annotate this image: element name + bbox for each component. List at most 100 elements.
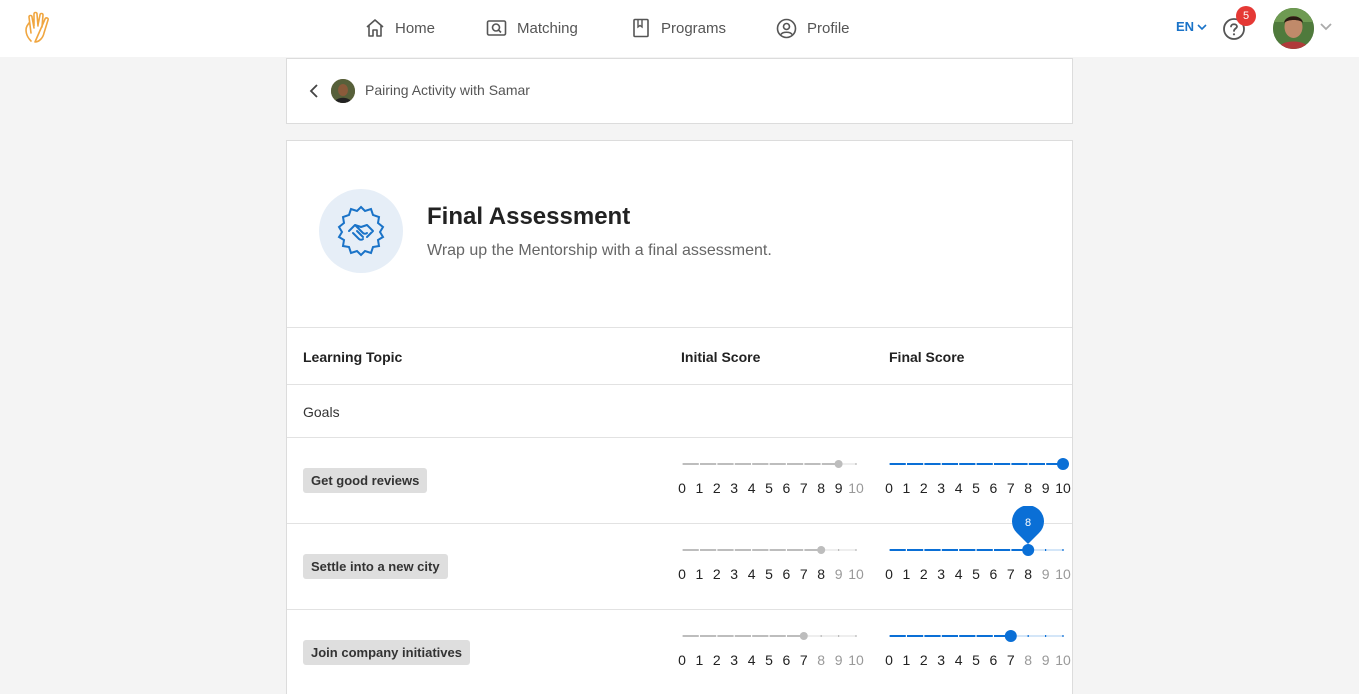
scale-label: 5 bbox=[765, 652, 773, 668]
scale-label: 7 bbox=[1006, 480, 1015, 496]
scale-label: 7 bbox=[799, 652, 808, 668]
scale-label: 10 bbox=[1055, 652, 1071, 668]
scale-label: 8 bbox=[1024, 652, 1033, 668]
nav-home-label: Home bbox=[395, 19, 436, 37]
scale-label: 1 bbox=[695, 480, 704, 496]
scale-label: 9 bbox=[834, 566, 843, 582]
scale-label: 9 bbox=[1041, 480, 1050, 496]
scale-label: 10 bbox=[848, 652, 864, 668]
slider-thumb[interactable] bbox=[1057, 458, 1069, 470]
scale-label: 3 bbox=[937, 480, 946, 496]
nav-profile-label: Profile bbox=[807, 19, 850, 37]
scale-label: 4 bbox=[954, 480, 963, 496]
final-slider-track[interactable] bbox=[881, 630, 1071, 646]
breadcrumb-title: Pairing Activity with Samar bbox=[365, 82, 530, 98]
scale-label: 2 bbox=[712, 652, 721, 668]
nav-programs-label: Programs bbox=[661, 19, 727, 37]
matching-icon bbox=[486, 20, 507, 36]
scale-label: 1 bbox=[695, 652, 704, 668]
header-final-score: Final Score bbox=[889, 349, 965, 365]
scale-label: 3 bbox=[730, 652, 739, 668]
scale-label: 3 bbox=[730, 480, 739, 496]
scale-label: 6 bbox=[782, 566, 791, 582]
chevron-down-icon bbox=[1197, 23, 1207, 30]
scale-label: 1 bbox=[695, 566, 704, 582]
slider-scale-labels: 0 1 2 3 4 5 6 7 8 9 10 bbox=[881, 652, 1071, 670]
scale-label: 6 bbox=[782, 652, 791, 668]
slider-scale-labels: 0 1 2 3 4 5 6 7 8 9 10 bbox=[674, 566, 864, 584]
initial-slider-track bbox=[681, 632, 857, 640]
scale-label: 10 bbox=[1055, 566, 1071, 582]
notification-badge: 5 bbox=[1236, 6, 1256, 26]
scale-label: 5 bbox=[972, 652, 980, 668]
topic-chip: Get good reviews bbox=[303, 468, 428, 493]
scale-label: 4 bbox=[954, 652, 963, 668]
scale-label: 0 bbox=[678, 566, 686, 582]
section-goals: Goals bbox=[303, 404, 340, 420]
initial-slider-track bbox=[681, 460, 857, 468]
book-icon bbox=[633, 18, 649, 38]
slider-scale-labels: 0 1 2 3 4 5 6 7 8 9 10 bbox=[674, 480, 864, 498]
scale-label: 6 bbox=[989, 566, 998, 582]
scale-label: 2 bbox=[712, 566, 721, 582]
chevron-down-icon[interactable] bbox=[1319, 22, 1333, 32]
scale-label: 5 bbox=[972, 566, 980, 582]
top-navigation-bar: Home Matching Programs Profile EN 5 bbox=[0, 0, 1359, 57]
scale-label: 7 bbox=[799, 480, 808, 496]
scale-label: 2 bbox=[919, 566, 928, 582]
scale-label: 9 bbox=[1041, 566, 1050, 582]
scale-label: 9 bbox=[834, 652, 843, 668]
scale-label: 2 bbox=[712, 480, 721, 496]
tooltip-value: 8 bbox=[1025, 517, 1031, 529]
scale-label: 4 bbox=[747, 480, 756, 496]
scale-label: 10 bbox=[848, 480, 864, 496]
nav-home[interactable]: Home bbox=[365, 15, 435, 41]
slider-thumb bbox=[834, 460, 843, 468]
table-row: Settle into a new city 0 1 2 3 4 5 6 7 8 9 10 0123… bbox=[287, 506, 1072, 609]
scale-label: 9 bbox=[1041, 652, 1050, 668]
scale-label: 6 bbox=[989, 652, 998, 668]
scale-label: 8 bbox=[817, 652, 826, 668]
scale-label: 2 bbox=[919, 652, 928, 668]
scale-label: 0 bbox=[885, 652, 893, 668]
scale-label: 5 bbox=[972, 480, 980, 496]
scale-label: 4 bbox=[954, 566, 963, 582]
scale-label: 3 bbox=[937, 566, 946, 582]
back-arrow-icon[interactable] bbox=[307, 83, 321, 99]
scale-label: 7 bbox=[1006, 652, 1015, 668]
initial-slider-track bbox=[681, 546, 857, 554]
nav-profile[interactable]: Profile bbox=[776, 15, 850, 41]
initial-score-slider: 0 1 2 3 4 5 6 7 8 9 10 bbox=[674, 458, 864, 498]
topic-chip: Settle into a new city bbox=[303, 554, 448, 579]
slider-scale-labels: 0 1 2 3 4 5 6 7 8 9 10 bbox=[674, 652, 864, 670]
final-score-slider[interactable]: 0 1 2 3 4 5 6 7 8 9 10 bbox=[881, 458, 1071, 498]
table-row: Join company initiatives 0 1 2 3 4 5 6 7 8 9 10 01… bbox=[287, 609, 1072, 694]
final-score-slider[interactable]: 0 1 2 3 4 5 6 7 8 9 10 bbox=[881, 630, 1071, 670]
slider-scale-labels: 0 1 2 3 4 5 6 7 8 9 10 bbox=[881, 480, 1071, 498]
language-selector[interactable]: EN bbox=[1176, 19, 1207, 34]
topic-chip: Join company initiatives bbox=[303, 640, 470, 665]
scale-label: 0 bbox=[678, 480, 686, 496]
scale-label: 4 bbox=[747, 566, 756, 582]
nav-matching[interactable]: Matching bbox=[486, 15, 578, 41]
scale-label: 7 bbox=[799, 566, 808, 582]
scale-label: 4 bbox=[747, 652, 756, 668]
home-icon bbox=[366, 19, 384, 37]
scale-label: 10 bbox=[1055, 480, 1071, 496]
hand-logo-icon[interactable] bbox=[23, 11, 53, 45]
table-row: Get good reviews 0 1 2 3 4 5 6 7 8 9 10 0123456789… bbox=[287, 437, 1072, 523]
nav-programs[interactable]: Programs bbox=[631, 15, 726, 41]
scale-label: 0 bbox=[885, 480, 893, 496]
final-score-slider[interactable]: 0 1 2 3 4 5 6 7 8 9 10 8 bbox=[881, 506, 1071, 584]
assessment-title: Final Assessment bbox=[427, 203, 631, 230]
initial-score-slider: 0 1 2 3 4 5 6 7 8 9 10 bbox=[674, 544, 864, 584]
final-slider-track[interactable] bbox=[881, 458, 1071, 474]
header-initial-score: Initial Score bbox=[681, 349, 761, 365]
scale-label: 0 bbox=[678, 652, 686, 668]
user-avatar[interactable] bbox=[1273, 8, 1314, 49]
slider-thumb[interactable] bbox=[1004, 630, 1017, 642]
mentor-avatar bbox=[331, 79, 355, 103]
final-slider-track[interactable] bbox=[881, 544, 1071, 560]
handshake-badge-icon bbox=[319, 189, 403, 273]
scale-label: 8 bbox=[817, 480, 826, 496]
